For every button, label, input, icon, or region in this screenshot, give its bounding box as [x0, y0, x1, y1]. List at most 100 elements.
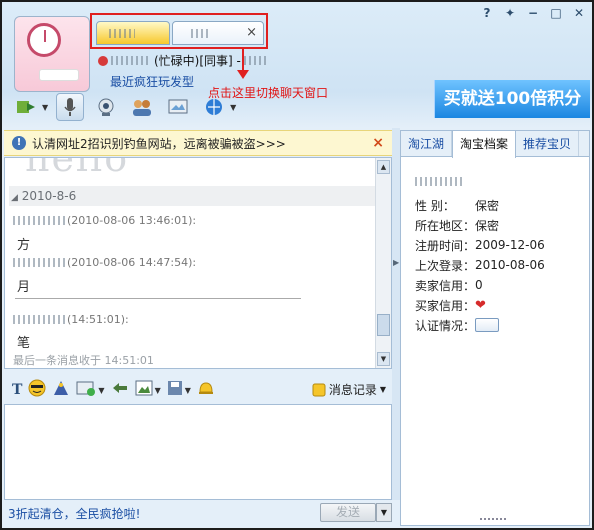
sender-name-redacted — [13, 258, 65, 267]
chat-window: ? ✦ − □ ✕ × (忙碌中)[同事] - 最近疯狂玩发型 点击这里切换聊天… — [0, 0, 594, 530]
date-separator: ◢ 2010-8-6 — [9, 186, 377, 206]
chevron-down-icon[interactable]: ▼ — [185, 386, 191, 395]
profile-value: 0 — [475, 278, 483, 292]
group-icon[interactable] — [128, 93, 156, 121]
profile-row: 上次登录： 2010-08-06 — [415, 255, 545, 275]
history-button[interactable]: 消息记录 ▼ — [312, 381, 386, 398]
web-icon[interactable] — [200, 93, 228, 121]
contact-name-redacted — [111, 56, 151, 65]
tab-recommended[interactable]: 推荐宝贝 — [516, 131, 580, 156]
annotation-arrow-head — [237, 70, 249, 79]
contact-status-line: (忙碌中)[同事] - — [98, 52, 266, 69]
last-message-info: 最后一条消息收于 14:51:01 — [13, 354, 154, 367]
chat-footer: 3折起清仓，全民疯抢啦! 发送 ▼ — [4, 500, 392, 526]
sender-name-redacted — [13, 216, 65, 225]
help-icon[interactable]: ? — [480, 6, 494, 20]
chevron-down-icon[interactable]: ▼ — [42, 103, 48, 112]
voice-icon[interactable] — [56, 93, 85, 121]
profile-key: 性 别： — [415, 198, 455, 213]
message-time: (2010-08-06 13:46:01): — [67, 214, 197, 227]
scroll-up-icon[interactable]: ▲ — [377, 160, 390, 174]
minimize-icon[interactable]: − — [526, 6, 540, 20]
chevron-down-icon[interactable]: ▼ — [376, 503, 392, 522]
profile-name-row — [415, 171, 545, 191]
tab-taobao-profile[interactable]: 淘宝档案 — [452, 131, 517, 158]
chevron-down-icon[interactable]: ▼ — [155, 386, 161, 395]
notice-bar[interactable]: ! 认清网址2招识别钓鱼网站，远离被骗被盗>>> × — [4, 130, 392, 156]
close-icon[interactable]: ✕ — [572, 6, 586, 20]
panel-splitter[interactable]: ▶ — [392, 128, 400, 500]
scroll-thumb[interactable] — [377, 314, 390, 336]
profile-key: 买家信用： — [415, 298, 476, 313]
save-icon[interactable] — [167, 380, 183, 400]
contact-signature: 最近疯狂玩发型 — [110, 75, 195, 89]
message-input[interactable] — [4, 404, 392, 500]
profile-key: 卖家信用： — [415, 278, 476, 293]
message-header: (2010-08-06 13:46:01): — [13, 214, 196, 227]
font-icon[interactable]: T — [12, 382, 22, 398]
video-icon[interactable] — [92, 93, 120, 121]
tab-close-icon[interactable]: × — [246, 25, 257, 40]
main-toolbar: ▼ ▼ — [12, 92, 236, 122]
keyboard-icon — [39, 69, 79, 81]
emoticon-icon[interactable] — [28, 379, 46, 401]
contact-id-redacted — [243, 56, 266, 65]
image-icon[interactable] — [135, 380, 153, 400]
heart-icon: ❤ — [475, 297, 486, 313]
transfer-file-icon[interactable] — [12, 93, 40, 121]
send-button[interactable]: 发送 — [320, 503, 376, 522]
contact-avatar[interactable] — [14, 16, 90, 92]
tab-taojianghu[interactable]: 淘江湖 — [401, 131, 453, 156]
right-panel-tabs: 淘江湖 淘宝档案 推荐宝贝 — [401, 131, 589, 158]
chat-tab-active[interactable] — [96, 21, 170, 45]
remote-icon[interactable] — [164, 93, 192, 121]
history-icon — [312, 383, 326, 396]
notice-text[interactable]: 认清网址2招识别钓鱼网站，远离被骗被盗>>> — [32, 135, 286, 152]
chat-history: hello ◢ 2010-8-6 (2010-08-06 13:46:01): … — [4, 157, 392, 369]
profile-value: 2010-08-06 — [475, 258, 545, 272]
notice-close-icon[interactable]: × — [372, 135, 384, 151]
maximize-icon[interactable]: □ — [549, 6, 563, 20]
profile-value: 保密 — [475, 198, 500, 213]
message-time: (2010-08-06 14:47:54): — [67, 256, 197, 269]
profile-row: 所在地区： 保密 — [415, 215, 545, 235]
certification-badge-icon[interactable] — [475, 318, 499, 332]
pin-icon[interactable]: ✦ — [503, 6, 517, 20]
profile-key: 所在地区： — [415, 218, 476, 233]
chevron-down-icon[interactable]: ▼ — [380, 385, 386, 394]
ad-banner[interactable]: 买就送100倍积分 — [434, 80, 590, 118]
message-body: 方 — [17, 238, 31, 253]
message-body: 月 — [17, 280, 31, 295]
chat-tab-strip: × — [90, 13, 268, 49]
clock-icon — [27, 23, 61, 57]
status-text: (忙碌中)[同事] - — [154, 54, 241, 68]
chat-ghost-text: hello — [25, 157, 130, 180]
profile-key: 认证情况： — [415, 318, 476, 333]
window-controls: ? ✦ − □ ✕ — [480, 6, 586, 20]
format-toolbar: T ▼ ▼ ▼ 消息记录 ▼ — [4, 376, 392, 404]
collapse-icon[interactable]: ◢ — [11, 193, 18, 203]
profile-row: 性 别： 保密 — [415, 195, 545, 215]
scroll-down-icon[interactable]: ▼ — [377, 352, 390, 366]
bell-icon[interactable] — [197, 380, 215, 400]
promo-link[interactable]: 3折起清仓，全民疯抢啦! — [8, 505, 140, 522]
busy-status-icon — [98, 55, 108, 66]
profile-row: 认证情况： — [415, 315, 545, 335]
screenshot-icon[interactable] — [76, 380, 96, 400]
profile-value: 保密 — [475, 218, 500, 233]
resize-grip[interactable] — [480, 518, 506, 524]
magic-icon[interactable] — [52, 379, 70, 401]
chat-scrollbar[interactable]: ▲ ▼ — [375, 158, 391, 368]
profile-key: 注册时间： — [415, 238, 476, 253]
chevron-down-icon[interactable]: ▼ — [230, 103, 236, 112]
message-header: (2010-08-06 14:47:54): — [13, 256, 196, 269]
separator-line — [15, 298, 301, 299]
date-label: 2010-8-6 — [21, 189, 77, 203]
tab-name-redacted — [191, 29, 211, 38]
shake-icon[interactable] — [111, 380, 129, 400]
profile-key: 上次登录： — [415, 258, 476, 273]
message-header: (14:51:01): — [13, 313, 129, 326]
chat-tab-inactive[interactable]: × — [172, 21, 264, 45]
chevron-down-icon[interactable]: ▼ — [98, 386, 104, 395]
chevron-right-icon[interactable]: ▶ — [393, 258, 399, 267]
